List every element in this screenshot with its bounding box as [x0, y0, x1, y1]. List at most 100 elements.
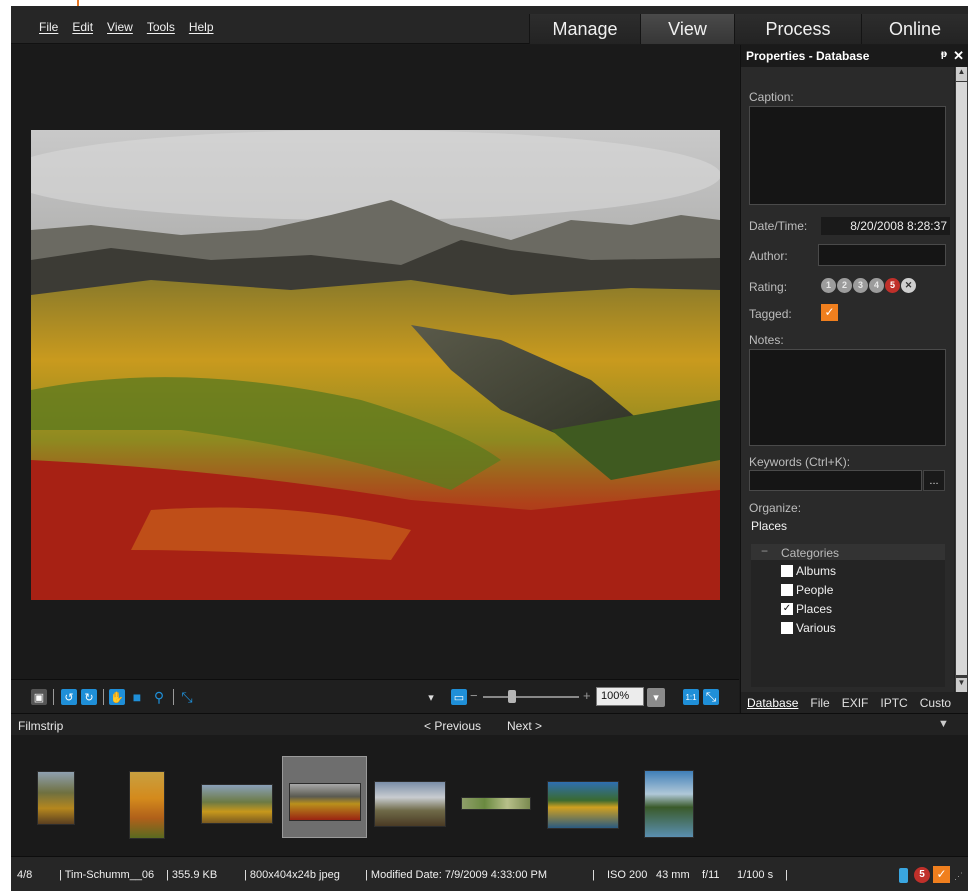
properties-tabs: Database File EXIF IPTC Custo	[741, 692, 968, 713]
battery-icon	[899, 868, 908, 883]
menu-edit[interactable]: Edit	[72, 20, 93, 34]
organize-value: Places	[751, 519, 788, 533]
mode-tab-view[interactable]: View	[640, 14, 734, 44]
dropdown-arrow-icon[interactable]: ▾	[423, 689, 439, 705]
filmstrip-menu-icon[interactable]: ▼	[938, 718, 949, 730]
slideshow-icon[interactable]: ▣	[31, 689, 47, 705]
properties-tab[interactable]: EXIF	[836, 696, 875, 710]
top-bar: File Edit View Tools Help Manage View Pr…	[11, 6, 968, 44]
menu-file[interactable]: File	[39, 20, 58, 34]
zoom-slider-thumb[interactable]	[508, 690, 516, 703]
status-separator: |	[592, 869, 595, 881]
status-tagged-icon: ✓	[933, 866, 950, 883]
properties-tab[interactable]: File	[804, 696, 835, 710]
category-item[interactable]: People	[781, 582, 833, 597]
rotate-left-icon[interactable]: ↺	[61, 689, 77, 705]
rating-label: Rating:	[749, 280, 788, 294]
author-field[interactable]	[818, 244, 946, 266]
mode-tab-online[interactable]: Online	[861, 14, 968, 44]
rating-clear-icon[interactable]: ✕	[901, 278, 916, 293]
caption-field[interactable]	[749, 106, 946, 205]
keywords-browse-button[interactable]: ...	[923, 470, 945, 491]
rating-option[interactable]: 5	[885, 278, 900, 293]
filmstrip-title: Filmstrip	[18, 719, 64, 733]
image-viewer[interactable]	[11, 45, 739, 679]
landscape-photo[interactable]	[31, 130, 720, 600]
menu-bar: File Edit View Tools Help	[39, 20, 214, 34]
thumbnail[interactable]	[461, 797, 531, 810]
fit-to-window-icon[interactable]: ⤡	[703, 689, 719, 705]
previous-button[interactable]: < Previous	[424, 719, 481, 733]
status-separator: |	[785, 869, 788, 881]
mode-tab-process[interactable]: Process	[734, 14, 861, 44]
menu-help[interactable]: Help	[189, 20, 214, 34]
zoom-slider-track[interactable]	[483, 696, 579, 698]
categories-header[interactable]: − Categories	[751, 544, 945, 560]
datetime-value[interactable]: 8/20/2008 8:28:37	[821, 217, 950, 235]
status-shutter: 1/100 s	[737, 869, 774, 881]
keywords-field[interactable]	[749, 470, 922, 491]
properties-tab[interactable]: IPTC	[874, 696, 913, 710]
fullscreen-arrows-icon[interactable]: ⤡	[179, 689, 195, 705]
menu-tools[interactable]: Tools	[147, 20, 175, 34]
filmstrip-header: Filmstrip < Previous Next > ▼	[11, 713, 968, 735]
zoom-search-icon[interactable]: ⚲	[151, 689, 167, 705]
pan-hand-icon[interactable]: ✋	[109, 689, 125, 705]
thumbnail[interactable]	[644, 770, 694, 838]
next-button[interactable]: Next >	[507, 719, 542, 733]
status-focal: 43 mm	[656, 869, 690, 881]
properties-panel: Properties - Database ᵽ ✕ ▲ ▼ Caption: D…	[740, 45, 968, 713]
properties-tab[interactable]: Custo	[914, 696, 957, 710]
category-checkbox[interactable]	[781, 583, 793, 596]
category-label: Places	[796, 601, 833, 616]
category-item[interactable]: ✓ Places	[781, 601, 832, 616]
thumbnail[interactable]	[289, 783, 361, 821]
keywords-label: Keywords (Ctrl+K):	[749, 455, 851, 469]
close-icon[interactable]: ✕	[953, 48, 964, 64]
thumbnail[interactable]	[129, 771, 165, 839]
zoom-minus[interactable]: −	[470, 688, 478, 703]
properties-scrollbar[interactable]: ▲ ▼	[954, 67, 968, 692]
filmstrip	[11, 735, 968, 856]
menu-view[interactable]: View	[107, 20, 133, 34]
rating-option[interactable]: 1	[821, 278, 836, 293]
application-window: File Edit View Tools Help Manage View Pr…	[11, 6, 968, 891]
zoom-value-field[interactable]: 100%	[596, 687, 644, 706]
status-filesize: | 355.9 KB	[166, 869, 218, 881]
rating-option[interactable]: 3	[853, 278, 868, 293]
scroll-up-icon[interactable]: ▲	[956, 67, 967, 81]
properties-header: Properties - Database ᵽ ✕	[741, 45, 968, 67]
category-checkbox[interactable]	[781, 564, 793, 577]
category-checkbox[interactable]	[781, 621, 793, 634]
pin-icon[interactable]: ᵽ	[941, 49, 947, 60]
thumbnail[interactable]	[37, 771, 75, 825]
scroll-down-icon[interactable]: ▼	[956, 678, 967, 692]
select-rect-icon[interactable]: ■	[129, 689, 145, 705]
notes-field[interactable]	[749, 349, 946, 446]
thumbnail[interactable]	[547, 781, 619, 829]
category-label: Albums	[796, 563, 837, 578]
rating-option[interactable]: 4	[869, 278, 884, 293]
rating-option[interactable]: 2	[837, 278, 852, 293]
collapse-icon[interactable]: −	[761, 544, 768, 558]
scroll-thumb[interactable]	[956, 82, 967, 675]
zoom-dropdown-icon[interactable]: ▾	[647, 688, 665, 707]
rotate-right-icon[interactable]: ↻	[81, 689, 97, 705]
category-checkbox[interactable]: ✓	[781, 602, 793, 615]
status-bar: 4/8 | Tim-Schumm__06 | 355.9 KB | 800x40…	[11, 856, 968, 891]
actual-size-button[interactable]: 1:1	[683, 689, 699, 705]
thumbnail[interactable]	[374, 781, 446, 827]
resize-grip-icon[interactable]: ⋰	[954, 871, 963, 882]
category-item[interactable]: Albums	[781, 563, 836, 578]
zoom-plus[interactable]: +	[583, 688, 591, 703]
status-modified: | Modified Date: 7/9/2009 4:33:00 PM	[365, 869, 548, 881]
category-item[interactable]: Various	[781, 620, 836, 635]
status-index: 4/8	[17, 869, 33, 881]
mode-tab-manage[interactable]: Manage	[529, 14, 640, 44]
categories-title: Categories	[781, 546, 840, 560]
rating-selector[interactable]: 1 2 3 4 5 ✕	[821, 278, 916, 293]
thumbnail[interactable]	[201, 784, 273, 824]
fit-icon[interactable]: ▭	[451, 689, 467, 705]
tagged-checkbox[interactable]: ✓	[821, 304, 838, 321]
properties-tab[interactable]: Database	[741, 696, 804, 710]
